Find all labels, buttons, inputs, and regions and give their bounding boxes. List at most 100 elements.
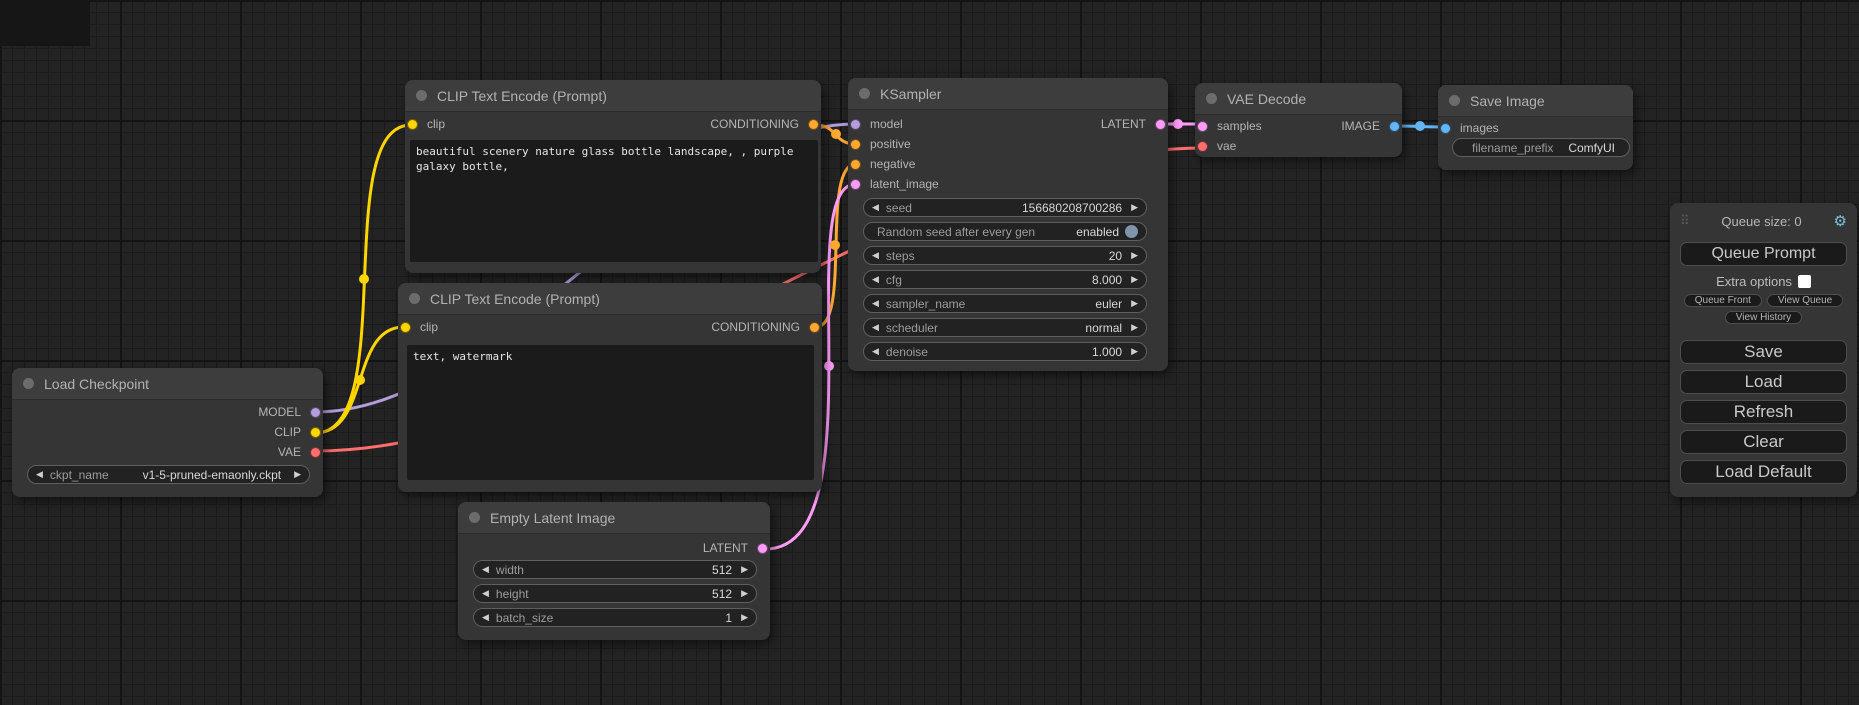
gear-icon[interactable]: ⚙ [1834, 214, 1847, 229]
arrow-right-icon[interactable]: ▶ [741, 589, 748, 598]
arrow-left-icon[interactable]: ◀ [872, 275, 879, 284]
arrow-left-icon[interactable]: ◀ [872, 203, 879, 212]
node-header[interactable]: CLIP Text Encode (Prompt) [405, 80, 821, 112]
node-header[interactable]: KSampler [848, 78, 1168, 110]
load-default-button[interactable]: Load Default [1680, 460, 1847, 484]
vae-port[interactable] [1197, 141, 1208, 152]
output-slot-conditioning[interactable]: CONDITIONING [711, 317, 822, 337]
model-port[interactable] [310, 407, 321, 418]
refresh-button[interactable]: Refresh [1680, 400, 1847, 424]
clip-port[interactable] [400, 322, 411, 333]
collapse-dot-icon[interactable] [23, 378, 34, 389]
arrow-left-icon[interactable]: ◀ [482, 589, 489, 598]
arrow-right-icon[interactable]: ▶ [1131, 251, 1138, 260]
latent-port[interactable] [1155, 119, 1166, 130]
node-header[interactable]: Load Checkpoint [12, 368, 323, 400]
latent-port[interactable] [757, 543, 768, 554]
arrow-right-icon[interactable]: ▶ [1131, 299, 1138, 308]
widget-random-seed[interactable]: Random seed after every gen enabled [863, 222, 1147, 241]
arrow-left-icon[interactable]: ◀ [482, 613, 489, 622]
node-header[interactable]: CLIP Text Encode (Prompt) [398, 283, 822, 315]
drag-handle-icon[interactable]: ⠿ [1680, 213, 1690, 229]
arrow-right-icon[interactable]: ▶ [1131, 323, 1138, 332]
node-clip-text-encode-negative[interactable]: CLIP Text Encode (Prompt) clip CONDITION… [398, 283, 822, 492]
latent-port[interactable] [850, 179, 861, 190]
collapse-dot-icon[interactable] [416, 90, 427, 101]
model-port[interactable] [850, 119, 861, 130]
arrow-right-icon[interactable]: ▶ [294, 470, 301, 479]
output-slot-latent[interactable]: LATENT [1101, 114, 1168, 134]
link-dot-latent-image[interactable] [824, 361, 834, 371]
prompt-textarea[interactable]: text, watermark [407, 345, 814, 480]
image-port[interactable] [1440, 123, 1451, 134]
node-header[interactable]: VAE Decode [1195, 83, 1402, 115]
node-load-checkpoint[interactable]: Load Checkpoint MODEL CLIP VAE ◀ ckpt_na… [12, 368, 323, 497]
link-dot-negative[interactable] [830, 240, 840, 250]
node-vae-decode[interactable]: VAE Decode samples IMAGE vae [1195, 83, 1402, 157]
queue-prompt-button[interactable]: Queue Prompt [1680, 242, 1847, 266]
link-dot-latent-out[interactable] [1173, 119, 1183, 129]
clear-button[interactable]: Clear [1680, 430, 1847, 454]
widget-batch-size[interactable]: ◀ batch_size 1 ▶ [473, 608, 757, 627]
arrow-left-icon[interactable]: ◀ [36, 470, 43, 479]
arrow-right-icon[interactable]: ▶ [1131, 275, 1138, 284]
input-slot-vae[interactable]: vae [1195, 136, 1236, 156]
conditioning-port[interactable] [808, 119, 819, 130]
image-port[interactable] [1389, 121, 1400, 132]
widget-filename-prefix[interactable]: filename_prefix ComfyUI [1452, 138, 1630, 157]
view-queue-button[interactable]: View Queue [1767, 294, 1843, 307]
widget-steps[interactable]: ◀ steps 20 ▶ [863, 246, 1147, 265]
arrow-left-icon[interactable]: ◀ [482, 565, 489, 574]
queue-panel[interactable]: ⠿ Queue size: 0 ⚙ Queue Prompt Extra opt… [1670, 203, 1857, 497]
output-slot-latent[interactable]: LATENT [703, 538, 770, 558]
input-slot-model[interactable]: model [848, 114, 903, 134]
clip-port[interactable] [407, 119, 418, 130]
conditioning-port[interactable] [850, 159, 861, 170]
input-slot-latent-image[interactable]: latent_image [848, 174, 939, 194]
queue-front-button[interactable]: Queue Front [1684, 294, 1762, 307]
arrow-left-icon[interactable]: ◀ [872, 251, 879, 260]
node-header[interactable]: Save Image [1438, 85, 1633, 117]
vae-port[interactable] [310, 447, 321, 458]
widget-seed[interactable]: ◀ seed 156680208700286 ▶ [863, 198, 1147, 217]
input-slot-clip[interactable]: clip [405, 114, 445, 134]
save-button[interactable]: Save [1680, 340, 1847, 364]
collapse-dot-icon[interactable] [409, 293, 420, 304]
input-slot-images[interactable]: images [1438, 118, 1499, 138]
widget-sampler-name[interactable]: ◀ sampler_name euler ▶ [863, 294, 1147, 313]
input-slot-clip[interactable]: clip [398, 317, 438, 337]
input-slot-negative[interactable]: negative [848, 154, 915, 174]
node-header[interactable]: Empty Latent Image [458, 502, 770, 534]
widget-denoise[interactable]: ◀ denoise 1.000 ▶ [863, 342, 1147, 361]
extra-options-checkbox[interactable] [1798, 275, 1811, 288]
collapse-dot-icon[interactable] [1206, 93, 1217, 104]
widget-ckpt-name[interactable]: ◀ ckpt_name v1-5-pruned-emaonly.ckpt ▶ [27, 465, 310, 484]
output-slot-clip[interactable]: CLIP [274, 422, 323, 442]
widget-height[interactable]: ◀ height 512 ▶ [473, 584, 757, 603]
widget-width[interactable]: ◀ width 512 ▶ [473, 560, 757, 579]
link-dot-positive[interactable] [831, 129, 841, 139]
arrow-right-icon[interactable]: ▶ [741, 565, 748, 574]
view-history-button[interactable]: View History [1725, 311, 1802, 324]
load-button[interactable]: Load [1680, 370, 1847, 394]
arrow-left-icon[interactable]: ◀ [872, 299, 879, 308]
output-slot-model[interactable]: MODEL [258, 402, 323, 422]
input-slot-samples[interactable]: samples [1195, 116, 1262, 136]
link-dot-clip2[interactable] [355, 375, 365, 385]
random-seed-toggle[interactable] [1125, 225, 1138, 238]
arrow-right-icon[interactable]: ▶ [1131, 203, 1138, 212]
arrow-left-icon[interactable]: ◀ [872, 323, 879, 332]
prompt-textarea[interactable]: beautiful scenery nature glass bottle la… [410, 140, 818, 262]
input-slot-positive[interactable]: positive [848, 134, 911, 154]
collapse-dot-icon[interactable] [1449, 95, 1460, 106]
node-clip-text-encode-positive[interactable]: CLIP Text Encode (Prompt) clip CONDITION… [405, 80, 821, 273]
latent-port[interactable] [1197, 121, 1208, 132]
node-empty-latent-image[interactable]: Empty Latent Image LATENT ◀ width 512 ▶ … [458, 502, 770, 640]
conditioning-port[interactable] [850, 139, 861, 150]
output-slot-conditioning[interactable]: CONDITIONING [710, 114, 821, 134]
arrow-right-icon[interactable]: ▶ [741, 613, 748, 622]
output-slot-image[interactable]: IMAGE [1341, 116, 1402, 136]
node-ksampler[interactable]: KSampler model LATENT positive negative … [848, 78, 1168, 371]
node-save-image[interactable]: Save Image images filename_prefix ComfyU… [1438, 85, 1633, 170]
widget-scheduler[interactable]: ◀ scheduler normal ▶ [863, 318, 1147, 337]
